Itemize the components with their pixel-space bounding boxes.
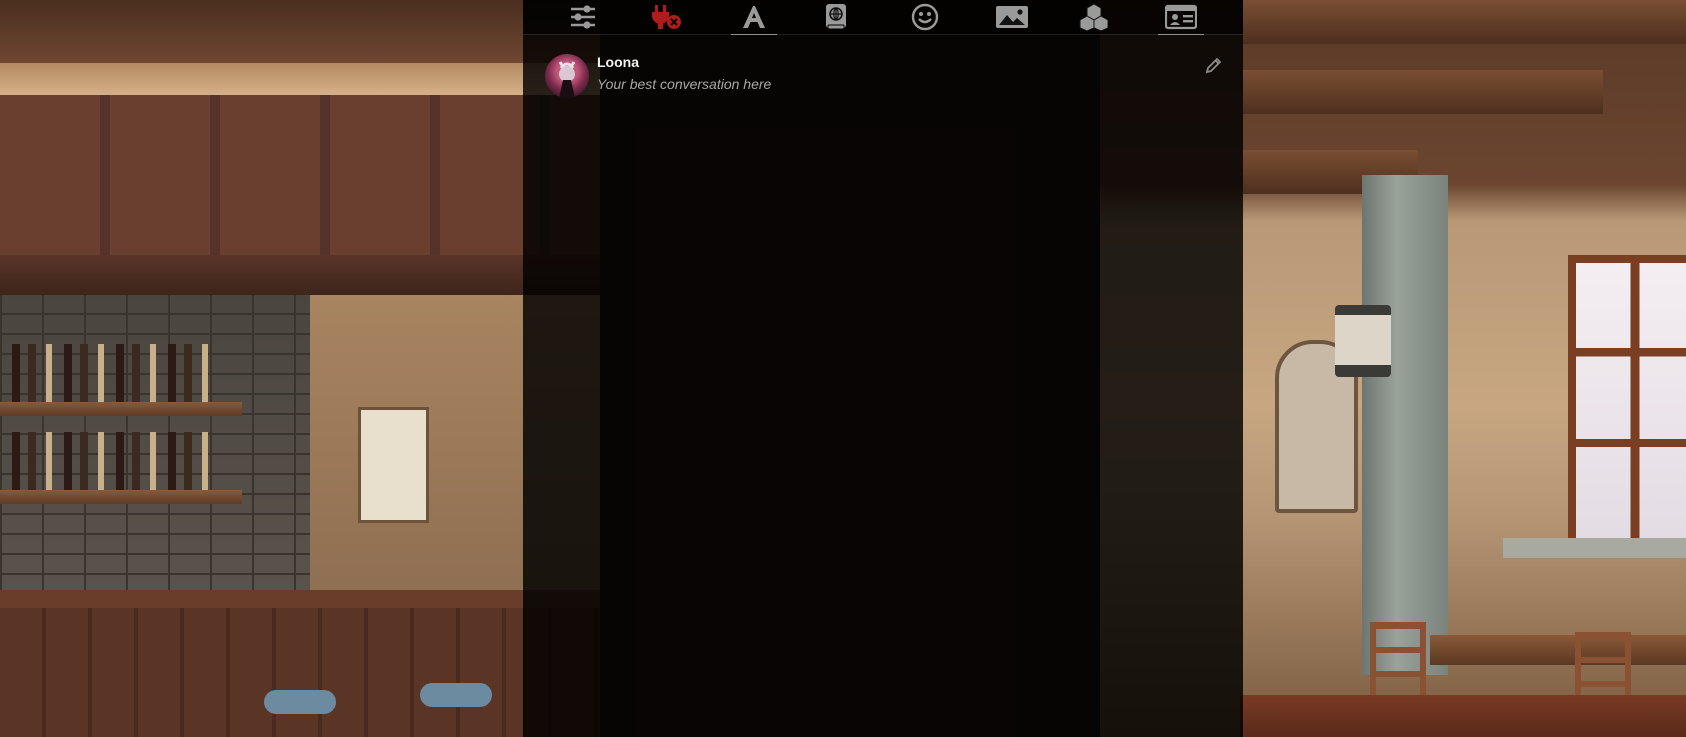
- wall-lantern: [1335, 305, 1391, 377]
- chat-panel: Loona Your best conversation here: [523, 0, 1243, 737]
- bottle-shelf: [0, 490, 242, 504]
- tab-character-management[interactable]: [1155, 0, 1207, 35]
- character-header[interactable]: Loona Your best conversation here: [533, 50, 1233, 100]
- edit-character-button[interactable]: [1203, 54, 1225, 76]
- menu-board: [358, 407, 429, 523]
- tavern-table: [1240, 695, 1686, 737]
- tab-extensions[interactable]: [1068, 0, 1120, 34]
- smiley-icon: [911, 3, 939, 31]
- tab-ai-settings[interactable]: [557, 0, 609, 34]
- font-icon: [743, 6, 765, 28]
- tab-formatting[interactable]: [728, 0, 780, 35]
- bottle-row: [6, 344, 216, 402]
- avatar[interactable]: [545, 54, 589, 98]
- wood-panel: [0, 95, 600, 260]
- character-portrait: [558, 61, 576, 98]
- cubes-icon: [1079, 3, 1109, 31]
- character-tagline: Your best conversation here: [597, 76, 772, 92]
- bar-lintel: [0, 255, 600, 295]
- bar-counter: [0, 590, 600, 737]
- bar-stool: [420, 683, 492, 707]
- tab-world-info[interactable]: [810, 0, 862, 34]
- pencil-icon: [1205, 57, 1222, 74]
- bottle-shelf: [0, 402, 242, 416]
- ceiling-beam: [0, 0, 600, 95]
- window-sill: [1503, 538, 1686, 558]
- ceiling-beam: [1243, 0, 1686, 44]
- bottle-row: [6, 432, 216, 490]
- plug-icon: [652, 5, 681, 29]
- top-toolbar: [523, 0, 1243, 35]
- stone-pillar: [1362, 175, 1448, 675]
- book-globe-icon: [826, 4, 846, 30]
- sliders-icon: [571, 5, 595, 29]
- id-card-icon: [1165, 4, 1197, 30]
- tab-user-settings[interactable]: [899, 0, 951, 34]
- image-icon: [996, 6, 1028, 28]
- tavern-table: [1430, 635, 1686, 665]
- tab-api-connections[interactable]: [640, 0, 692, 34]
- tavern-window: [1568, 255, 1686, 546]
- tab-backgrounds[interactable]: [986, 0, 1038, 34]
- ceiling-beam: [1243, 70, 1603, 114]
- bar-stool: [264, 690, 336, 714]
- character-name: Loona: [597, 54, 639, 70]
